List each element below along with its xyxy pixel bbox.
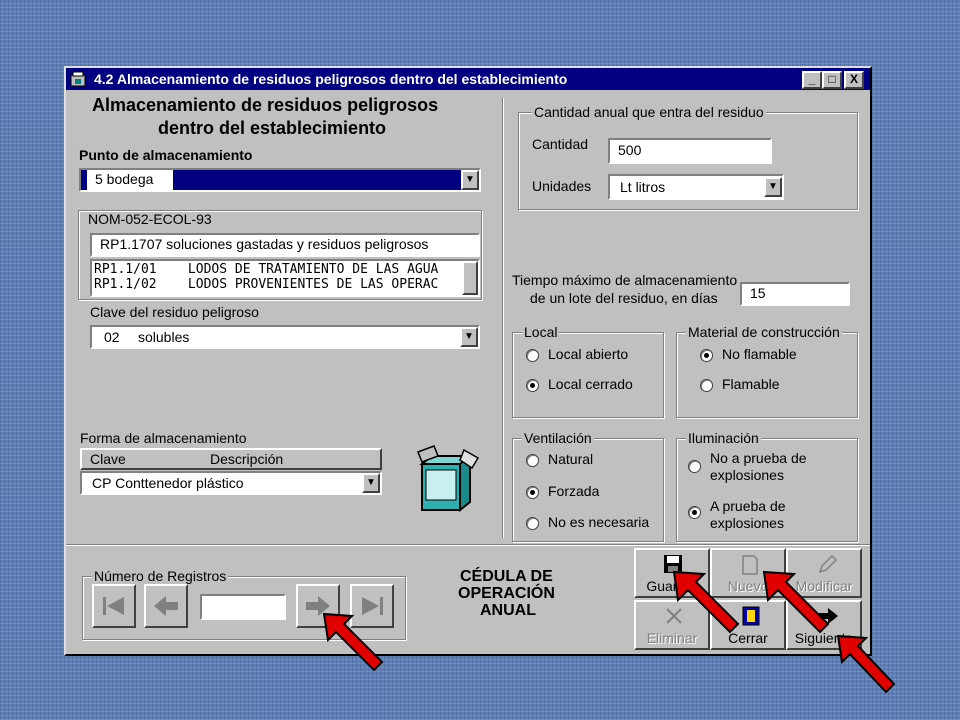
forma-label: Forma de almacenamiento (80, 430, 247, 446)
clave-label: Clave del residuo peligroso (90, 304, 259, 320)
first-record-icon (103, 597, 124, 615)
radio-no-a-prueba[interactable] (688, 460, 701, 473)
radio-no-a-prueba-label-2[interactable]: explosiones (710, 467, 784, 483)
cantidad-input[interactable]: 500 (608, 138, 772, 164)
radio-no-flamable-label[interactable]: No flamable (722, 346, 797, 362)
cantidad-group-title: Cantidad anual que entra del residuo (532, 104, 766, 120)
cantidad-label: Cantidad (532, 136, 589, 152)
bottom-separator (66, 544, 870, 546)
cedula-line1: CÉDULA DE (460, 568, 553, 585)
chevron-down-icon[interactable]: ▼ (461, 170, 479, 190)
clave-desc: solubles (138, 329, 190, 345)
chevron-down-icon[interactable]: ▼ (764, 177, 782, 197)
nom-label: NOM-052-ECOL-93 (88, 211, 212, 227)
dialog-window: 4.2 Almacenamiento de residuos peligroso… (64, 66, 872, 656)
radio-forzada-label[interactable]: Forzada (548, 483, 599, 499)
annotation-arrow (672, 570, 740, 634)
tiempo-label-line1: Tiempo máximo de almacenamiento (512, 272, 738, 288)
close-door-icon (742, 606, 760, 626)
radio-a-prueba[interactable] (688, 506, 701, 519)
close-button[interactable]: X (844, 71, 864, 89)
radio-local-cerrado[interactable] (526, 379, 539, 392)
previous-record-icon (154, 596, 178, 616)
clave-code: 02 (104, 329, 120, 345)
material-group-title: Material de construcción (686, 324, 842, 340)
registros-group-title: Número de Registros (92, 568, 229, 584)
first-record-button[interactable] (92, 584, 136, 628)
previous-record-button[interactable] (144, 584, 188, 628)
divider (502, 98, 504, 538)
record-number-input[interactable] (200, 594, 286, 620)
forma-value: CP Conttenedor plástico (92, 475, 244, 491)
nom-selected-field[interactable]: RP1.1707 soluciones gastadas y residuos … (90, 233, 480, 257)
tiempo-label-line2: de un lote del residuo, en días (530, 290, 718, 306)
minimize-icon: _ (808, 72, 816, 86)
iluminacion-group-title: Iluminación (686, 430, 761, 446)
close-icon: X (849, 72, 858, 86)
minimize-button[interactable]: _ (802, 71, 822, 89)
annotation-arrow (322, 612, 384, 672)
unidades-label: Unidades (532, 178, 592, 194)
maximize-button[interactable]: □ (822, 71, 842, 89)
list-item[interactable]: RP1.1/01 LODOS DE TRATAMIENTO DE LAS AGU… (94, 262, 438, 277)
punto-label: Punto de almacenamiento (79, 147, 253, 163)
chevron-down-icon[interactable]: ▼ (362, 473, 380, 493)
unidades-dropdown[interactable]: Lt litros ▼ (608, 174, 784, 200)
column-header-clave: Clave (90, 451, 126, 467)
radio-flamable[interactable] (700, 379, 713, 392)
unidades-value: Lt litros (620, 179, 666, 195)
local-group-title: Local (522, 324, 560, 340)
material-group (676, 332, 858, 418)
radio-local-abierto[interactable] (526, 349, 539, 362)
new-document-icon (742, 555, 758, 575)
radio-no-a-prueba-label-1[interactable]: No a prueba de (710, 450, 807, 466)
title-bar[interactable]: 4.2 Almacenamiento de residuos peligroso… (66, 68, 870, 90)
tiempo-input[interactable]: 15 (740, 282, 850, 306)
nom-listbox[interactable]: RP1.1/01 LODOS DE TRATAMIENTO DE LAS AGU… (90, 259, 480, 297)
app-icon (70, 71, 86, 87)
local-group (512, 332, 664, 418)
radio-no-flamable[interactable] (700, 349, 713, 362)
form-heading-line2: dentro del establecimiento (158, 118, 387, 138)
radio-local-cerrado-label[interactable]: Local cerrado (548, 376, 633, 392)
radio-flamable-label[interactable]: Flamable (722, 376, 780, 392)
cedula-line3: ANUAL (480, 602, 536, 619)
radio-natural-label[interactable]: Natural (548, 451, 593, 467)
forma-dropdown[interactable]: CP Conttenedor plástico ▼ (80, 471, 382, 495)
form-heading-line1: Almacenamiento de residuos peligrosos (92, 95, 439, 115)
radio-no-es-necesaria[interactable] (526, 517, 539, 530)
radio-forzada[interactable] (526, 486, 539, 499)
punto-value: 5 bodega (87, 170, 173, 190)
column-header-descripcion: Descripción (210, 451, 284, 467)
punto-dropdown[interactable]: 5 bodega ▼ (79, 168, 481, 192)
chevron-down-icon[interactable]: ▼ (460, 327, 478, 347)
clave-dropdown[interactable]: 02 solubles ▼ (90, 325, 480, 349)
list-item[interactable]: RP1.1/02 LODOS PROVENIENTES DE LAS OPERA… (94, 277, 438, 292)
container-icon (417, 445, 480, 513)
radio-local-abierto-label[interactable]: Local abierto (548, 346, 628, 362)
maximize-icon: □ (828, 72, 836, 86)
radio-natural[interactable] (526, 454, 539, 467)
nom-scrollbar[interactable] (462, 261, 478, 295)
window-title: 4.2 Almacenamiento de residuos peligroso… (94, 71, 568, 87)
radio-no-es-necesaria-label[interactable]: No es necesaria (548, 514, 649, 530)
annotation-arrow (836, 634, 896, 694)
radio-a-prueba-label-2[interactable]: explosiones (710, 515, 784, 531)
radio-a-prueba-label-1[interactable]: A prueba de (710, 498, 786, 514)
cedula-line2: OPERACIÓN (458, 585, 555, 602)
ventilacion-group-title: Ventilación (522, 430, 594, 446)
forma-header: Clave Descripción (80, 448, 382, 470)
annotation-arrow (762, 570, 830, 634)
